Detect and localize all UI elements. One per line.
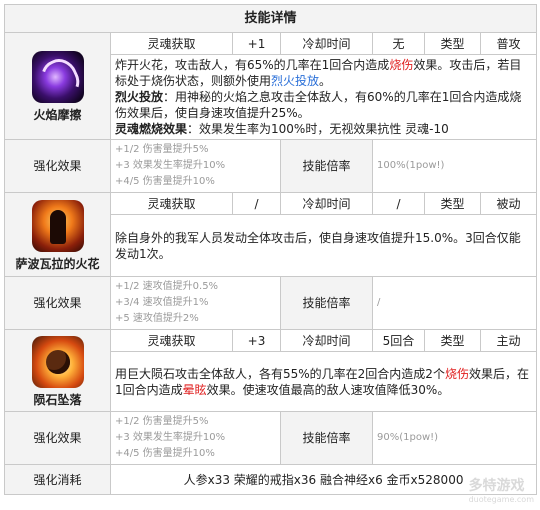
soul-label: 灵魂获取 [110,32,233,55]
skill-1-desc-text: 。 [319,74,332,88]
skill-2-meta-row: 萨波瓦拉的火花 灵魂获取 / 冷却时间 / 类型 被动 [4,192,538,277]
skill-1-ratio: 100%(1pow!) [371,139,538,193]
cooldown-label: 冷却时间 [280,329,373,352]
fire-throw-text: ：用神秘的火焰之息攻击全体敌人，有60%的几率在1回合内造成烧伤效果后，使自身速… [115,90,522,120]
watermark-url: duotegame.com [468,495,534,504]
cost-label: 强化消耗 [4,464,111,495]
table-title-row: 技能详情 [3,4,538,33]
skill-2-ratio: / [371,276,538,330]
soul-burn-title: 灵魂燃烧效果 [115,122,188,136]
skill-1-enhance-list: +1/2 伤害量提升5% +3 效果发生率提升10% +4/5 伤害量提升10% [110,139,281,193]
skill-2-description: 除自身外的我军人员发动全体攻击后，使自身速攻值提升15.0%。3回合仅能发动1次… [109,214,538,277]
soul-label: 灵魂获取 [110,192,233,215]
cooldown-label: 冷却时间 [280,192,373,215]
skill-1-desc-text: 炸开火花，攻击敌人，有65%的几率在1回合内造成 [115,58,390,72]
skill-1-name-cell: 火焰摩擦 [4,32,111,140]
watermark-text: 多特游戏 [468,478,525,494]
fire-friction-icon [31,51,84,103]
stun-keyword: 晕眩 [182,382,207,397]
skill-3-desc-text: 用巨大陨石攻击全体敌人，各有55%的几率在2回合内造成2个 [115,366,445,381]
skill-2-type: 被动 [479,192,538,215]
soul-burn-text: ：效果发生率为100%时，无视效果抗性 灵魂-10 [187,122,449,136]
burn-keyword: 烧伤 [389,58,414,72]
type-label: 类型 [424,329,481,352]
enhance-item: +1/2 速攻值提升0.5% [115,281,219,292]
skill-3-enhance-row: 强化效果 +1/2 伤害量提升5% +3 效果发生率提升10% +4/5 伤害量… [4,411,538,465]
enhance-item: +1/2 伤害量提升5% [115,416,209,427]
ratio-label: 技能倍率 [280,411,373,465]
fire-throw-title: 烈火投放 [115,90,164,104]
sabo-spark-icon [31,199,84,252]
enhance-item: +3/4 速攻值提升1% [115,297,209,308]
burn-keyword: 烧伤 [444,366,469,381]
table-title: 技能详情 [3,4,538,33]
skill-3-desc-text: 效果。使速攻值最高的敌人速攻值降低30%。 [206,382,450,397]
skill-3-type: 主动 [479,329,538,352]
enhance-item: +1/2 伤害量提升5% [115,144,209,155]
ratio-label: 技能倍率 [280,139,373,193]
skill-3-name-cell: 陨石坠落 [4,329,111,412]
watermark-logo: 多特游戏 duotegame.com [469,475,534,504]
skill-2-name-cell: 萨波瓦拉的火花 [4,192,111,277]
skill-3-enhance-list: +1/2 伤害量提升5% +3 效果发生率提升10% +4/5 伤害量提升10% [110,411,281,465]
type-label: 类型 [424,32,481,55]
skill-2-cooldown: / [372,192,425,215]
enhance-label: 强化效果 [4,139,111,193]
skill-1-soul: +1 [232,32,281,55]
soul-label: 灵魂获取 [110,329,233,352]
enhance-item: +4/5 伤害量提升10% [115,176,215,187]
skill-3-description: 用巨大陨石攻击全体敌人，各有55%的几率在2回合内造成2个烧伤效果后，在1回合内… [109,351,538,412]
type-label: 类型 [424,192,481,215]
enhance-label: 强化效果 [4,276,111,330]
skill-2-enhance-list: +1/2 速攻值提升0.5% +3/4 速攻值提升1% +5 速攻值提升2% [110,276,281,330]
skill-3-soul: +3 [232,329,281,352]
skill-1-enhance-row: 强化效果 +1/2 伤害量提升5% +3 效果发生率提升10% +4/5 伤害量… [4,139,538,193]
ratio-label: 技能倍率 [280,276,373,330]
skill-details-table: 技能详情 火焰摩擦 灵魂获取 +1 冷却时间 无 类型 普攻 炸开火花，攻击敌人… [3,4,538,495]
skill-3-ratio: 90%(1pow!) [371,411,538,465]
skill-3-name: 陨石坠落 [33,392,82,407]
enhance-label: 强化效果 [4,411,111,465]
enhance-item: +3 效果发生率提升10% [115,432,226,443]
enhance-item: +5 速攻值提升2% [115,313,199,324]
enhance-item: +3 效果发生率提升10% [115,160,226,171]
skill-1-description: 炸开火花，攻击敌人，有65%的几率在1回合内造成烧伤效果。攻击后，若目标处于烧伤… [109,54,538,140]
skill-2-name: 萨波瓦拉的火花 [15,256,100,271]
skill-1-meta-row: 火焰摩擦 灵魂获取 +1 冷却时间 无 类型 普攻 [4,32,538,140]
skill-2-enhance-row: 强化效果 +1/2 速攻值提升0.5% +3/4 速攻值提升1% +5 速攻值提… [4,276,538,330]
meteor-icon [31,335,84,388]
skill-1-cooldown: 无 [372,32,425,55]
skill-2-soul: / [232,192,281,215]
skill-1-type: 普攻 [479,32,538,55]
fire-throw-link[interactable]: 烈火投放 [271,74,319,88]
skill-3-meta-row: 陨石坠落 灵魂获取 +3 冷却时间 5回合 类型 主动 [4,329,538,412]
cooldown-label: 冷却时间 [280,32,373,55]
cost-row: 强化消耗 人参x33 荣耀的戒指x36 融合神经x6 金币x528000 [4,464,538,495]
skill-3-cooldown: 5回合 [372,329,425,352]
enhance-item: +4/5 伤害量提升10% [115,448,215,459]
skill-1-name: 火焰摩擦 [33,108,82,122]
